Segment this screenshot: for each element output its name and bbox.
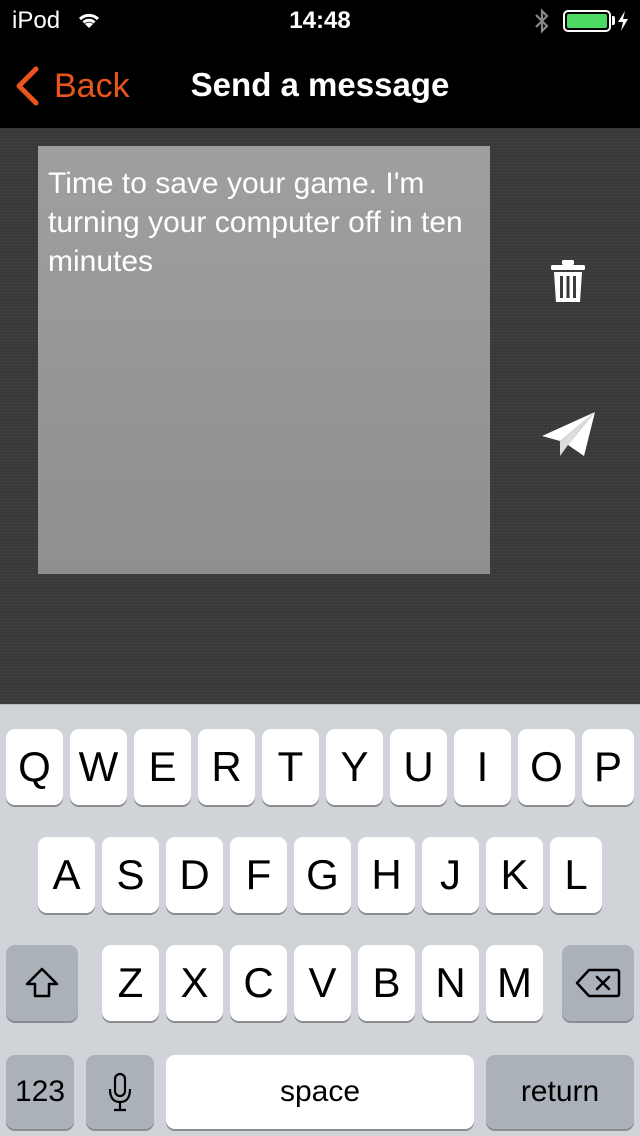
key-s[interactable]: S (102, 837, 159, 913)
battery-cap (612, 16, 615, 25)
backspace-icon (575, 968, 621, 998)
paper-plane-icon[interactable] (540, 410, 598, 460)
key-y[interactable]: Y (326, 729, 383, 805)
message-text-field[interactable]: Time to save your game. I'm turning your… (38, 146, 490, 574)
key-g[interactable]: G (294, 837, 351, 913)
key-t[interactable]: T (262, 729, 319, 805)
key-v[interactable]: V (294, 945, 351, 1021)
key-f[interactable]: F (230, 837, 287, 913)
key-e[interactable]: E (134, 729, 191, 805)
key-k[interactable]: K (486, 837, 543, 913)
return-key[interactable]: return (486, 1055, 634, 1129)
key-x[interactable]: X (166, 945, 223, 1021)
page-title: Send a message (190, 66, 450, 103)
backspace-key[interactable] (562, 945, 634, 1021)
key-h[interactable]: H (358, 837, 415, 913)
message-compose-area: Time to save your game. I'm turning your… (0, 128, 640, 704)
microphone-key[interactable] (86, 1055, 154, 1129)
key-i[interactable]: I (454, 729, 511, 805)
key-q[interactable]: Q (6, 729, 63, 805)
key-j[interactable]: J (422, 837, 479, 913)
key-u[interactable]: U (390, 729, 447, 805)
status-bar: iPod 14:48 (0, 0, 640, 40)
space-key[interactable]: space (166, 1055, 474, 1129)
key-m[interactable]: M (486, 945, 543, 1021)
keyboard: Q W E R T Y U I O P A S D F G H J K L Z … (0, 704, 640, 1136)
charging-bolt-icon (618, 11, 628, 31)
key-l[interactable]: L (550, 837, 602, 913)
key-z[interactable]: Z (102, 945, 159, 1021)
key-p[interactable]: P (582, 729, 634, 805)
key-w[interactable]: W (70, 729, 127, 805)
numbers-key[interactable]: 123 (6, 1055, 74, 1129)
key-r[interactable]: R (198, 729, 255, 805)
bluetooth-icon (535, 8, 549, 34)
shift-key[interactable] (6, 945, 78, 1021)
key-d[interactable]: D (166, 837, 223, 913)
battery-level (567, 14, 607, 28)
key-o[interactable]: O (518, 729, 575, 805)
key-n[interactable]: N (422, 945, 479, 1021)
battery-icon (563, 10, 611, 32)
microphone-icon (108, 1072, 132, 1112)
key-b[interactable]: B (358, 945, 415, 1021)
navigation-bar: Back Send a message (0, 40, 640, 128)
key-a[interactable]: A (38, 837, 95, 913)
shift-icon (25, 967, 59, 998)
trash-icon[interactable] (548, 258, 588, 304)
key-c[interactable]: C (230, 945, 287, 1021)
